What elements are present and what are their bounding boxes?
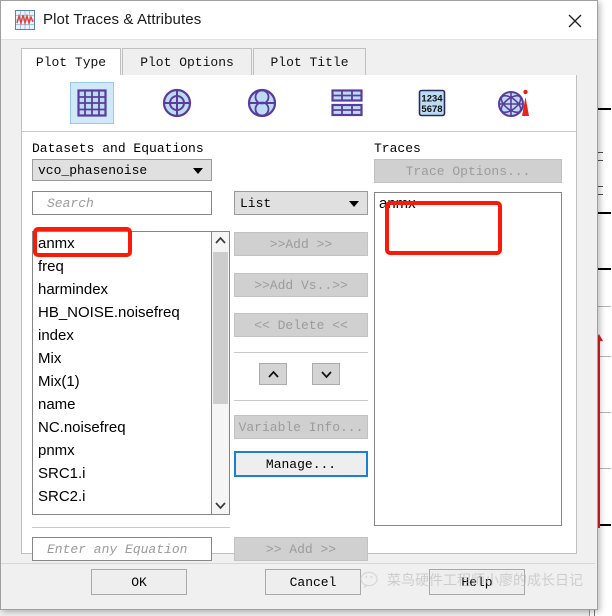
divider [234,352,368,353]
stacked-table-icon[interactable] [325,82,369,124]
plot-waveform-icon [15,10,35,30]
view-mode-select[interactable]: List [234,191,368,215]
cancel-button[interactable]: Cancel [265,569,361,595]
list-item[interactable]: anmx [33,232,211,255]
search-input[interactable]: Search [32,191,212,215]
traces-label: Traces [374,141,421,156]
tab-label: Plot Title [270,54,349,70]
plot-traces-dialog: Plot Traces & Attributes Plot Type Plot … [0,0,598,610]
list-item[interactable]: NC.noisefreq [33,416,211,439]
dataset-list-scrollbar[interactable] [212,231,230,515]
add-vs-button: >>Add Vs..>> [234,273,368,297]
view-mode-value: List [240,195,272,211]
ok-button[interactable]: OK [91,569,187,595]
chevron-up-icon [267,370,279,378]
scrollbar-thumb[interactable] [213,252,228,404]
list-numbers-icon[interactable]: 1234 5678 [410,82,454,124]
divider [32,527,230,528]
add-button: >>Add >> [234,232,368,256]
variable-info-label: Variable Info... [238,419,364,435]
equation-input[interactable]: Enter any Equation [32,537,212,561]
move-up-button[interactable] [259,363,287,385]
tab-plot-options[interactable]: Plot Options [122,48,252,75]
trace-options-button: Trace Options... [374,159,562,183]
trace-options-label: Trace Options... [405,163,531,179]
window-title: Plot Traces & Attributes [43,11,202,28]
chevron-up-icon[interactable] [212,232,229,249]
search-placeholder: Search [47,195,94,211]
title-bar: Plot Traces & Attributes [1,1,597,40]
dataset-select[interactable]: vco_phasenoise [32,159,212,181]
plot-type-toolbar: 1234 5678 [22,75,576,132]
list-item[interactable]: SRC1.i [33,462,211,485]
dataset-select-value: vco_phasenoise [38,162,148,178]
traces-list[interactable]: anmx [374,192,562,526]
chevron-down-icon [320,370,332,378]
list-item[interactable]: pnmx [33,439,211,462]
svg-text:1234: 1234 [421,94,443,105]
list-item[interactable]: freq [33,255,211,278]
help-label: Help [461,574,493,590]
help-button[interactable]: Help [429,569,525,595]
variable-info-button: Variable Info... [234,415,368,439]
footer-divider [1,563,595,564]
equation-add-button: >> Add >> [234,537,368,561]
list-item[interactable]: SRC2.i [33,485,211,508]
list-item[interactable]: index [33,324,211,347]
plot-marker-line [598,338,600,528]
ok-label: OK [131,574,147,590]
divider [234,400,368,401]
move-down-button[interactable] [312,363,340,385]
add-vs-label: >>Add Vs..>> [254,277,348,293]
list-item[interactable]: name [33,393,211,416]
tab-label: Plot Options [140,54,234,70]
equation-placeholder: Enter any Equation [47,541,188,557]
list-item[interactable]: Mix [33,347,211,370]
manage-button[interactable]: Manage... [234,451,368,477]
tab-strip: Plot Type Plot Options Plot Title [21,48,577,76]
tab-plot-type[interactable]: Plot Type [21,48,121,76]
dataset-list[interactable]: anmx freq harmindex HB_NOISE.noisefreq i… [32,231,212,515]
chevron-down-icon [349,201,359,207]
delete-button: << Delete << [234,313,368,337]
rectangular-plot-icon[interactable] [70,82,114,124]
tab-label: Plot Type [35,55,107,70]
tab-plot-title[interactable]: Plot Title [253,48,366,75]
add-label: >>Add >> [269,236,333,252]
manage-label: Manage... [265,456,337,472]
chevron-down-icon[interactable] [212,497,229,514]
equation-add-label: >> Add >> [265,541,337,557]
list-item[interactable]: harmindex [33,278,211,301]
smith-chart-icon[interactable] [240,82,284,124]
svg-text:5678: 5678 [421,104,442,115]
datasets-label: Datasets and Equations [32,141,204,156]
delete-label: << Delete << [254,317,348,333]
list-item[interactable]: anmx [375,193,561,215]
list-item[interactable]: Mix(1) [33,370,211,393]
polar-plot-icon[interactable] [155,82,199,124]
antenna-plot-icon[interactable] [492,82,536,124]
plot-type-tab-panel: 1234 5678 Datasets and Equations vco_pha… [21,75,577,561]
list-item[interactable]: HB_NOISE.noisefreq [33,301,211,324]
cancel-label: Cancel [289,574,337,590]
chevron-down-icon [193,168,203,174]
close-icon[interactable] [563,9,587,33]
